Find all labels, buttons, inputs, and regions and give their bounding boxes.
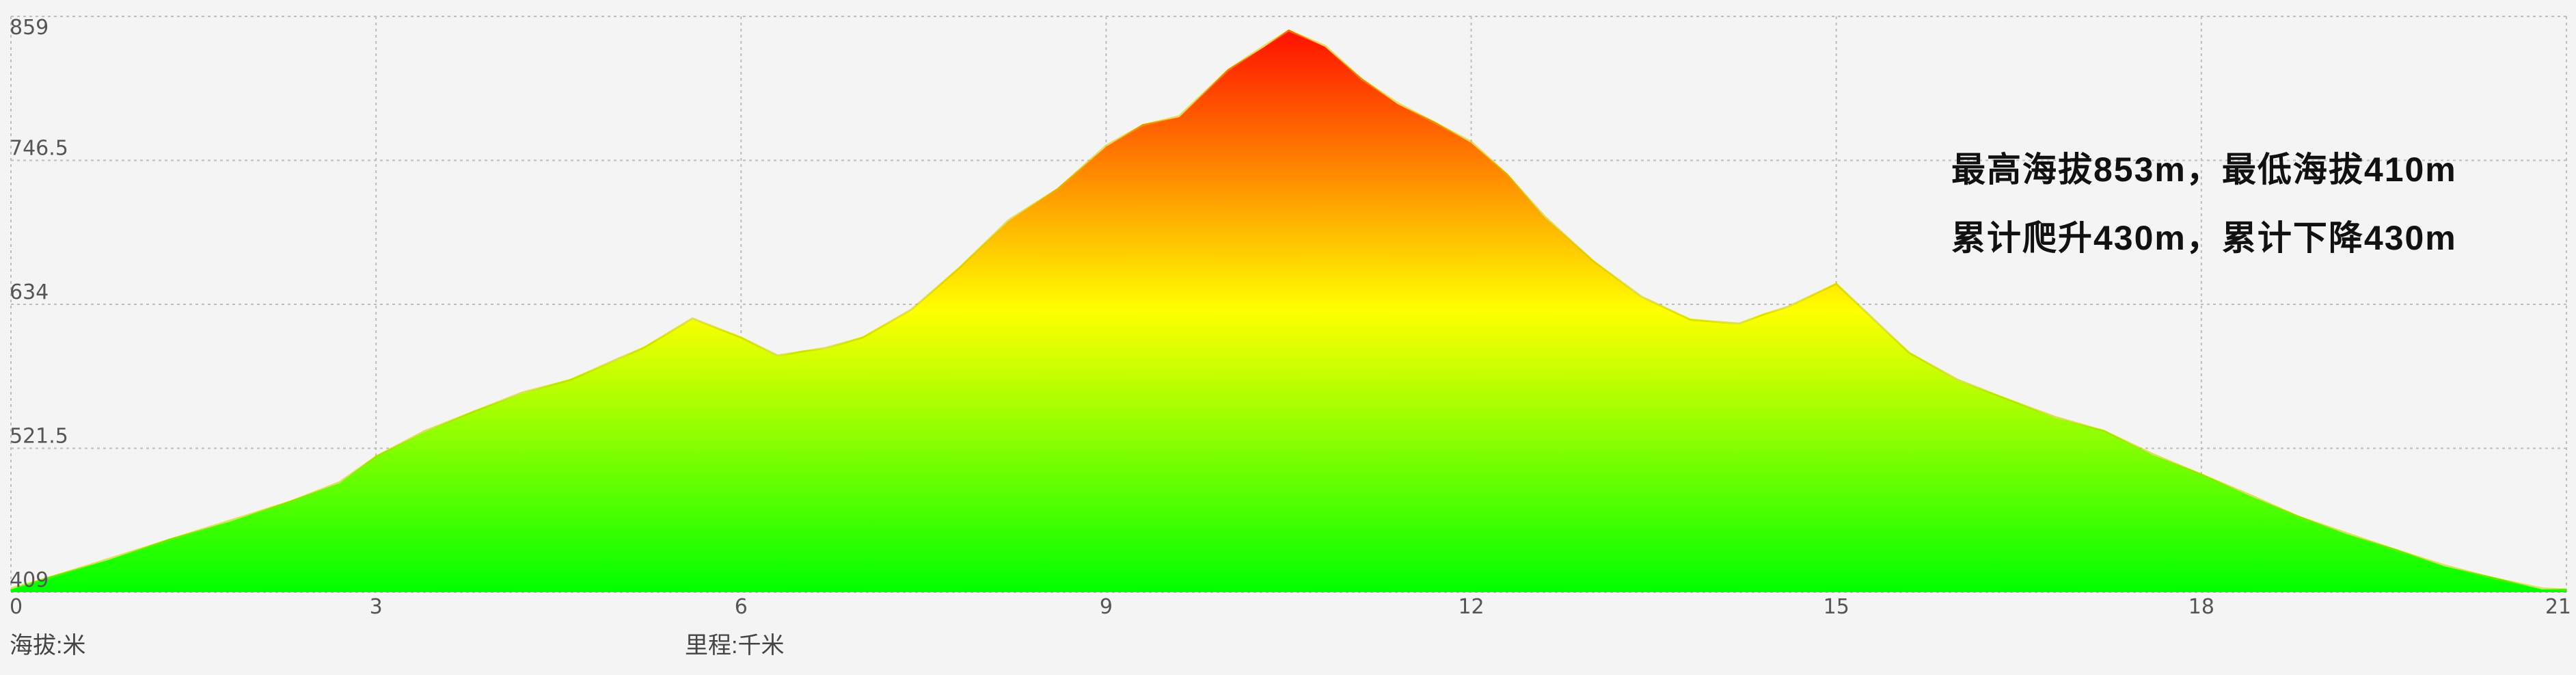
climb-stats-annotation: 累计爬升430m，累计下降430m [1951,219,2457,257]
elevation-profile-chart: 859 746.5 634 521.5 409 0 3 6 9 12 15 18 21 海拔:米 里程… [0,0,2576,675]
x-axis-unit-label: 里程:千米 [685,633,784,659]
x-tick-label: 21 [2545,595,2571,619]
y-axis-unit-label: 海拔:米 [10,633,85,659]
y-tick-label: 634 [10,280,49,304]
x-tick-label: 15 [1823,595,1849,619]
x-tick-label: 18 [2188,595,2214,619]
x-tick-label: 9 [1100,595,1113,619]
x-tick-label: 0 [10,595,23,619]
x-tick-label: 12 [1458,595,1484,619]
y-tick-label: 746.5 [10,137,68,161]
y-tick-label: 859 [10,16,49,40]
x-tick-label: 6 [735,595,748,619]
elevation-stats-annotation: 最高海拔853m，最低海拔410m [1951,150,2457,189]
y-tick-label: 521.5 [10,425,68,449]
x-tick-label: 3 [370,595,383,619]
y-tick-label: 409 [10,568,49,592]
